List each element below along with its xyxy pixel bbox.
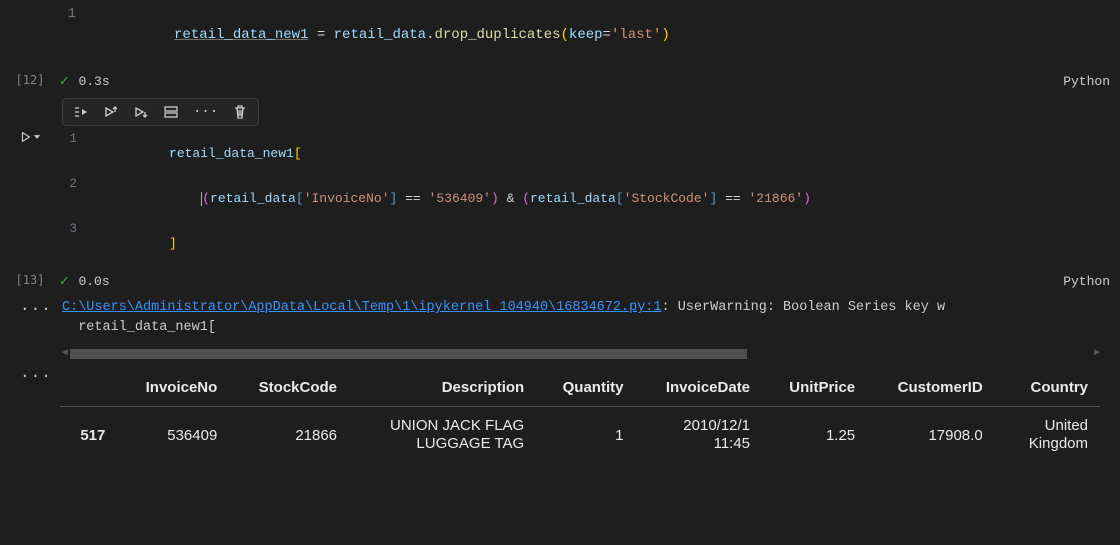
warning-text: retail_data_new1[	[60, 318, 1120, 338]
code-token	[169, 191, 200, 206]
exec-time: 0.0s	[78, 274, 109, 289]
cell-value: 1	[536, 406, 635, 464]
code-token: retail_data	[210, 191, 296, 206]
cell-value: 1.25	[762, 406, 867, 464]
split-cell-icon[interactable]	[163, 104, 179, 120]
cell-gutter	[0, 0, 60, 69]
col-header: UnitPrice	[762, 369, 867, 407]
code-token: (	[522, 191, 530, 206]
cell-value: 21866	[229, 406, 349, 464]
cell-12: 1 retail_data_new1 = retail_data.drop_du…	[0, 0, 1120, 69]
exec-count-gutter: [12]	[0, 69, 60, 96]
scroll-thumb[interactable]	[70, 349, 747, 359]
table-header-row: InvoiceNo StockCode Description Quantity…	[60, 369, 1100, 407]
output-collapse-icon[interactable]: ···	[0, 296, 60, 363]
code-token: =	[308, 27, 333, 43]
cell-value: 17908.0	[867, 406, 995, 464]
code-token: keep	[569, 27, 603, 43]
code-token: (	[561, 27, 569, 43]
exec-time: 0.3s	[78, 74, 109, 89]
col-header: Country	[995, 369, 1100, 407]
code-token: '536409'	[429, 191, 491, 206]
cell-gutter	[0, 96, 60, 269]
cell-value: 536409	[117, 406, 229, 464]
code-editor[interactable]: 1 retail_data_new1 = retail_data.drop_du…	[60, 0, 1120, 69]
row-index: 517	[60, 406, 117, 464]
code-token: drop_duplicates	[434, 27, 560, 43]
code-token: =	[603, 27, 611, 43]
line-number: 3	[61, 221, 91, 266]
code-token: )	[661, 27, 669, 43]
delete-cell-icon[interactable]	[232, 104, 248, 120]
cell-13-output-dataframe: ··· InvoiceNo StockCode Description Quan…	[0, 363, 1120, 465]
code-editor[interactable]: 1 retail_data_new1[ 2 (retail_data['Invo…	[60, 128, 1120, 269]
code-token: retail_data_new1	[169, 146, 294, 161]
exec-count: [12]	[16, 73, 45, 87]
line-number: 1	[60, 4, 90, 67]
col-header: CustomerID	[867, 369, 995, 407]
cell-toolbar: ···	[62, 98, 259, 126]
code-token: (	[202, 191, 210, 206]
output-h-scrollbar[interactable]: ◄ ►	[60, 349, 1102, 359]
scroll-left-icon[interactable]: ◄	[60, 348, 70, 359]
code-token: [	[616, 191, 624, 206]
dataframe-table: InvoiceNo StockCode Description Quantity…	[60, 369, 1100, 465]
col-header: InvoiceNo	[117, 369, 229, 407]
cell-value: United Kingdom	[995, 406, 1100, 464]
run-by-line-icon[interactable]	[73, 104, 89, 120]
code-token: [	[296, 191, 304, 206]
line-number: 2	[61, 176, 91, 221]
code-token: ==	[397, 191, 428, 206]
cell-value: 2010/12/1 11:45	[635, 406, 762, 464]
output-text: C:\Users\Administrator\AppData\Local\Tem…	[60, 296, 1120, 345]
code-token: ==	[717, 191, 748, 206]
warning-text: : UserWarning: Boolean Series key w	[662, 300, 946, 315]
code-token: )	[803, 191, 811, 206]
code-token: '21866'	[749, 191, 804, 206]
language-label[interactable]: Python	[1063, 74, 1110, 89]
success-check-icon: ✓	[60, 73, 68, 90]
more-actions-icon[interactable]: ···	[193, 104, 218, 120]
code-token: retail_data	[530, 191, 616, 206]
col-header: StockCode	[229, 369, 349, 407]
col-header: Quantity	[536, 369, 635, 407]
warning-file-link[interactable]: C:\Users\Administrator\AppData\Local\Tem…	[62, 300, 662, 315]
cell-13-status: [13] ✓ 0.0s Python	[0, 269, 1120, 296]
output-collapse-icon[interactable]: ···	[0, 363, 60, 465]
code-token: 'last'	[611, 27, 661, 43]
execute-above-icon[interactable]	[103, 104, 119, 120]
code-token: retail_data	[334, 27, 426, 43]
code-token: 'InvoiceNo'	[304, 191, 390, 206]
code-token: retail_data_new1	[174, 27, 308, 43]
code-token: 'StockCode'	[624, 191, 710, 206]
code-token: [	[294, 146, 302, 161]
cell-value: UNION JACK FLAG LUGGAGE TAG	[349, 406, 536, 464]
success-check-icon: ✓	[60, 273, 68, 290]
run-cell-button[interactable]	[19, 130, 42, 144]
table-row: 517 536409 21866 UNION JACK FLAG LUGGAGE…	[60, 406, 1100, 464]
line-number: 1	[61, 131, 91, 176]
execute-below-icon[interactable]	[133, 104, 149, 120]
cell-13-output-warning: ··· C:\Users\Administrator\AppData\Local…	[0, 296, 1120, 363]
code-token: )	[491, 191, 499, 206]
scroll-right-icon[interactable]: ►	[1092, 348, 1102, 359]
exec-count: [13]	[16, 273, 45, 287]
code-token: &	[499, 191, 522, 206]
exec-count-gutter: [13]	[0, 269, 60, 296]
cell-12-status: [12] ✓ 0.3s Python	[0, 69, 1120, 96]
code-token: ]	[169, 236, 177, 251]
col-header: Description	[349, 369, 536, 407]
index-header	[60, 369, 117, 407]
language-label[interactable]: Python	[1063, 274, 1110, 289]
cell-13-toolbar-row: ··· 1 retail_data_new1[ 2 (retail_data['…	[0, 96, 1120, 269]
col-header: InvoiceDate	[635, 369, 762, 407]
